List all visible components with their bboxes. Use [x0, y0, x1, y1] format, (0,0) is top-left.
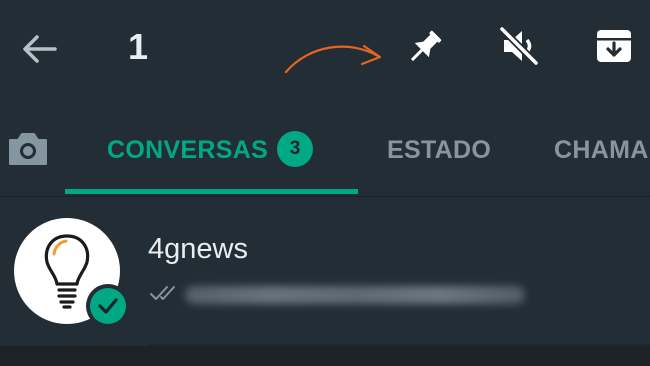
active-tab-indicator [65, 189, 358, 194]
camera-icon [9, 133, 47, 165]
selected-count: 1 [128, 26, 149, 67]
tab-conversas-label: CONVERSAS [107, 135, 269, 164]
mute-icon [499, 26, 539, 66]
unread-badge: 3 [277, 131, 313, 167]
check-icon [98, 298, 118, 314]
tab-chamadas[interactable]: CHAMA [554, 128, 649, 172]
next-row-edge [0, 346, 650, 366]
double-check-icon [150, 286, 175, 300]
back-button[interactable] [14, 24, 64, 74]
archive-button[interactable] [588, 20, 640, 72]
selected-badge-inner [90, 288, 126, 324]
tab-estado[interactable]: ESTADO [387, 128, 491, 172]
blurred-message-preview [185, 286, 525, 304]
pin-icon [410, 30, 442, 62]
contact-name: 4gnews [148, 233, 248, 265]
tab-bar [0, 100, 650, 197]
selected-badge [86, 284, 130, 328]
archive-icon [597, 30, 631, 62]
tab-estado-label: ESTADO [387, 135, 492, 164]
annotation-arrow-icon [284, 44, 382, 74]
tab-chamadas-label: CHAMA [554, 135, 649, 164]
back-arrow-icon [23, 35, 57, 63]
tab-camera[interactable] [2, 124, 54, 174]
mute-button[interactable] [493, 20, 545, 72]
pin-button[interactable] [398, 22, 450, 74]
tab-conversas[interactable]: CONVERSAS [107, 128, 268, 172]
